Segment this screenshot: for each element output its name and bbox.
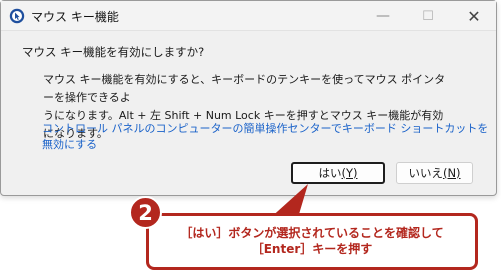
step-badge: 2 (129, 196, 162, 229)
callout-text: ［はい］ボタンが選択されていることを確認して ［Enter］キーを押す (180, 226, 444, 256)
instruction-callout: ［はい］ボタンが選択されていることを確認して ［Enter］キーを押す (146, 213, 478, 270)
